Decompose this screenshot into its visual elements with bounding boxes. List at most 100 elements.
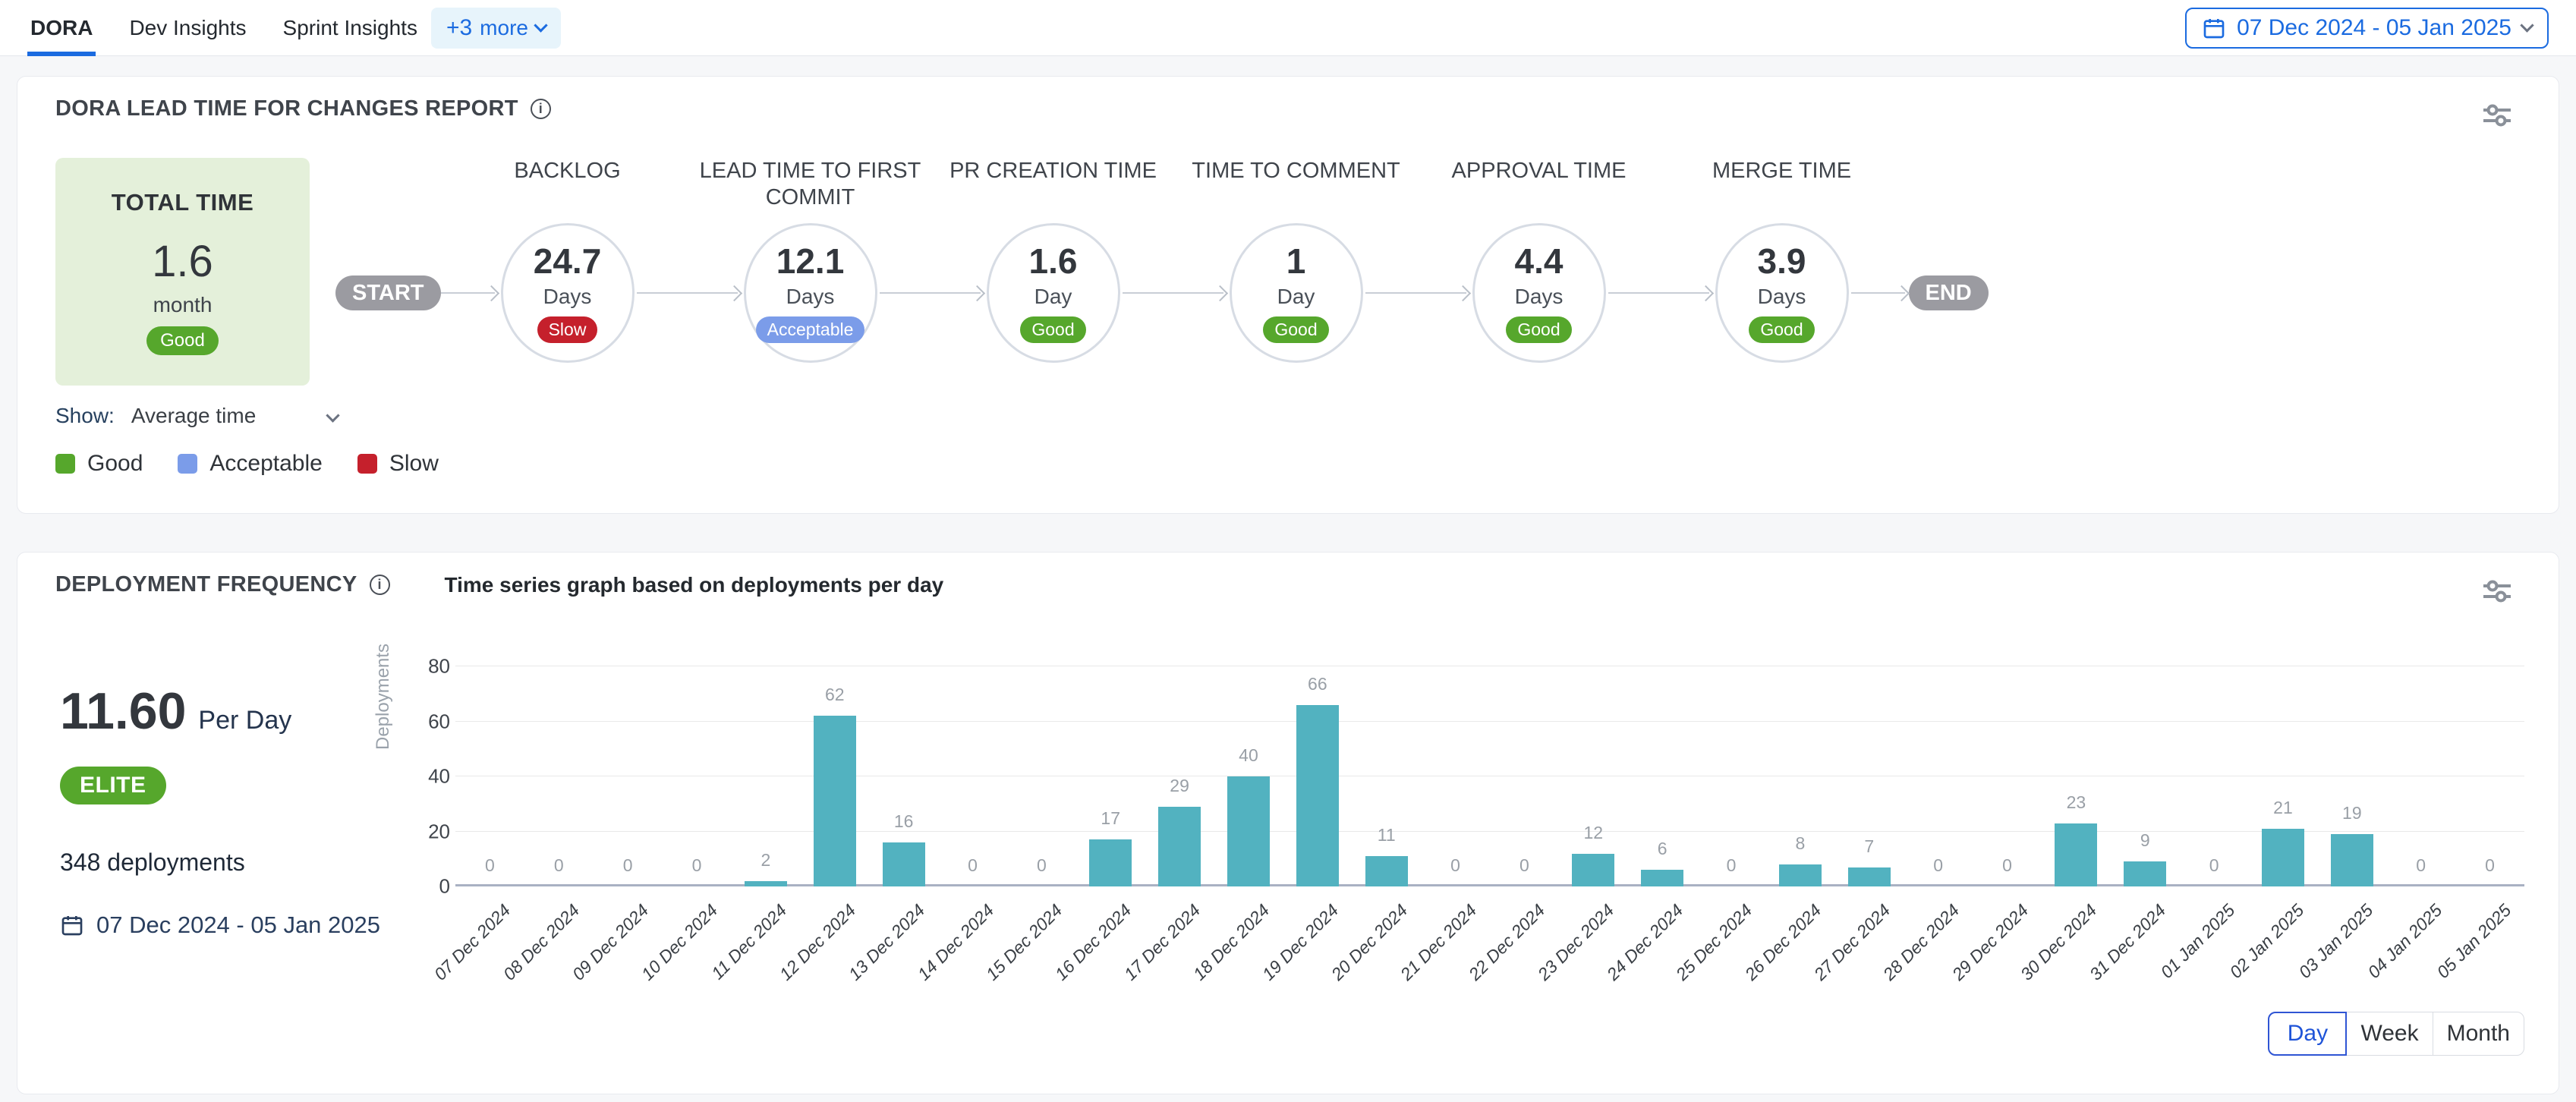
show-metric-dropdown[interactable]: Show: Average time: [55, 404, 2521, 428]
show-selected-value: Average time: [131, 404, 256, 428]
bar-value-label: 17: [1101, 808, 1120, 829]
bar-12-Dec-2024: [814, 716, 856, 886]
flow-step-circle: 24.7DaysSlow: [501, 223, 635, 363]
bar-value-label: 0: [554, 855, 564, 876]
bar-value-label: 0: [1450, 855, 1460, 876]
y-axis-ticks: 020406080: [397, 666, 450, 886]
total-time-unit: month: [153, 293, 213, 317]
flow-arrow: [637, 285, 742, 301]
flow-step-status-badge: Good: [1263, 316, 1328, 343]
y-tick-0: 0: [397, 875, 450, 899]
x-tick-label: 18 Dec 2024: [1141, 900, 1274, 1033]
bar-30-Dec-2024: [2055, 823, 2097, 886]
chevron-down-icon: [326, 408, 340, 422]
flow-step-merge-time: MERGE TIME3.9DaysGood: [1713, 158, 1851, 363]
bar-value-label: 0: [485, 855, 495, 876]
flow-arrow: [880, 285, 984, 301]
total-time-value: 1.6: [152, 236, 213, 287]
legend-label: Good: [87, 451, 143, 477]
granularity-month-button[interactable]: Month: [2433, 1012, 2524, 1056]
bar-31-Dec-2024: [2124, 861, 2166, 886]
x-tick-label: 14 Dec 2024: [865, 900, 998, 1033]
flow-step-time-to-comment: TIME TO COMMENT1DayGood: [1227, 158, 1365, 363]
x-tick-label: 10 Dec 2024: [589, 900, 722, 1033]
tab-dora[interactable]: DORA: [27, 0, 96, 56]
bar-value-label: 0: [2002, 855, 2012, 876]
status-legend: Good Acceptable Slow: [55, 451, 2521, 477]
flow-step-title: PR CREATION TIME: [924, 158, 1183, 223]
bar-value-label: 0: [1933, 855, 1943, 876]
lead-time-title: DORA LEAD TIME FOR CHANGES REPORT: [55, 96, 518, 121]
legend-swatch: [178, 454, 197, 474]
lead-time-card: DORA LEAD TIME FOR CHANGES REPORT i TOTA…: [17, 76, 2559, 514]
lead-time-flow-diagram: STARTBACKLOG24.7DaysSlowLEAD TIME TO FIR…: [335, 158, 1989, 363]
tab-dev-insights[interactable]: Dev Insights: [126, 0, 249, 56]
flow-step-lead-time-to-first-commit: LEAD TIME TO FIRST COMMIT12.1DaysAccepta…: [742, 158, 880, 363]
bar-value-label: 0: [2416, 855, 2426, 876]
tab-sprint-insights[interactable]: Sprint Insights: [280, 0, 420, 56]
bar-value-label: 0: [1727, 855, 1737, 876]
x-tick-label: 15 Dec 2024: [934, 900, 1067, 1033]
legend-label: Slow: [389, 451, 439, 477]
more-tabs-button[interactable]: +3 more: [431, 8, 561, 49]
chevron-down-icon: [534, 18, 547, 32]
bar-24-Dec-2024: [1641, 870, 1683, 886]
flow-arrow: [1608, 285, 1713, 301]
bar-19-Dec-2024: [1296, 705, 1339, 886]
chevron-down-icon: [2520, 18, 2533, 32]
x-tick-label: 25 Dec 2024: [1623, 900, 1756, 1033]
legend-label: Acceptable: [209, 451, 322, 477]
stats-date-range: 07 Dec 2024 - 05 Jan 2025: [96, 912, 380, 939]
flow-step-value: 1.6: [1029, 244, 1078, 279]
bar-18-Dec-2024: [1227, 776, 1270, 886]
legend-item-good: Good: [55, 451, 143, 477]
bar-value-label: 40: [1239, 745, 1258, 766]
bar-11-Dec-2024: [745, 881, 787, 886]
deployment-frequency-card: DEPLOYMENT FREQUENCY i Time series graph…: [17, 552, 2559, 1094]
bar-value-label: 0: [2209, 855, 2219, 876]
chart-settings-icon[interactable]: [2480, 578, 2515, 604]
flow-start-pill: START: [335, 276, 441, 310]
flow-step-approval-time: APPROVAL TIME4.4DaysGood: [1470, 158, 1608, 363]
flow-step-value: 24.7: [534, 244, 602, 279]
x-tick-label: 21 Dec 2024: [1348, 900, 1481, 1033]
flow-step-unit: Day: [1034, 285, 1072, 309]
granularity-week-button[interactable]: Week: [2346, 1012, 2433, 1056]
bar-value-label: 0: [968, 855, 978, 876]
gridline-20: [455, 831, 2524, 832]
bar-27-Dec-2024: [1848, 867, 1891, 886]
bar-value-label: 11: [1378, 825, 1396, 845]
x-tick-label: 07 Dec 2024: [383, 900, 515, 1033]
flow-step-circle: 4.4DaysGood: [1472, 223, 1606, 363]
bar-value-label: 0: [1519, 855, 1529, 876]
bar-value-label: 6: [1658, 839, 1667, 859]
top-tab-bar: DORADev InsightsSprint Insights +3 more …: [0, 0, 2576, 56]
granularity-day-button[interactable]: Day: [2268, 1012, 2347, 1056]
flow-arrow: [1365, 285, 1470, 301]
deployment-stats: 11.60 Per Day ELITE 348 deployments 07 D…: [60, 682, 380, 939]
flow-step-value: 12.1: [776, 244, 845, 279]
show-label: Show:: [55, 404, 115, 428]
bar-23-Dec-2024: [1572, 854, 1614, 887]
chart-plot-area: 007 Dec 2024008 Dec 2024009 Dec 2024010 …: [455, 666, 2524, 886]
flow-step-circle: 1.6DayGood: [987, 223, 1120, 363]
x-tick-label: 28 Dec 2024: [1831, 900, 1963, 1033]
x-tick-label: 01 Jan 2025: [2107, 900, 2240, 1033]
x-tick-label: 17 Dec 2024: [1072, 900, 1205, 1033]
chart-subtitle: Time series graph based on deployments p…: [445, 573, 944, 597]
x-tick-label: 13 Dec 2024: [796, 900, 929, 1033]
flow-step-title: TIME TO COMMENT: [1167, 158, 1425, 223]
flow-step-value: 4.4: [1515, 244, 1564, 279]
bar-value-label: 8: [1795, 833, 1805, 854]
report-tabs: DORA Dev Insights Sprint Insights: [27, 0, 420, 56]
x-tick-label: 09 Dec 2024: [521, 900, 653, 1033]
y-tick-60: 60: [397, 710, 450, 733]
date-range-picker[interactable]: 07 Dec 2024 - 05 Jan 2025: [2185, 8, 2549, 49]
info-icon[interactable]: i: [370, 575, 390, 595]
deployment-frequency-title: DEPLOYMENT FREQUENCY: [55, 572, 357, 597]
flow-step-title: APPROVAL TIME: [1410, 158, 1668, 223]
chart-settings-icon[interactable]: [2480, 102, 2515, 128]
calendar-icon: [2202, 16, 2226, 40]
x-tick-label: 23 Dec 2024: [1486, 900, 1619, 1033]
info-icon[interactable]: i: [531, 99, 551, 119]
